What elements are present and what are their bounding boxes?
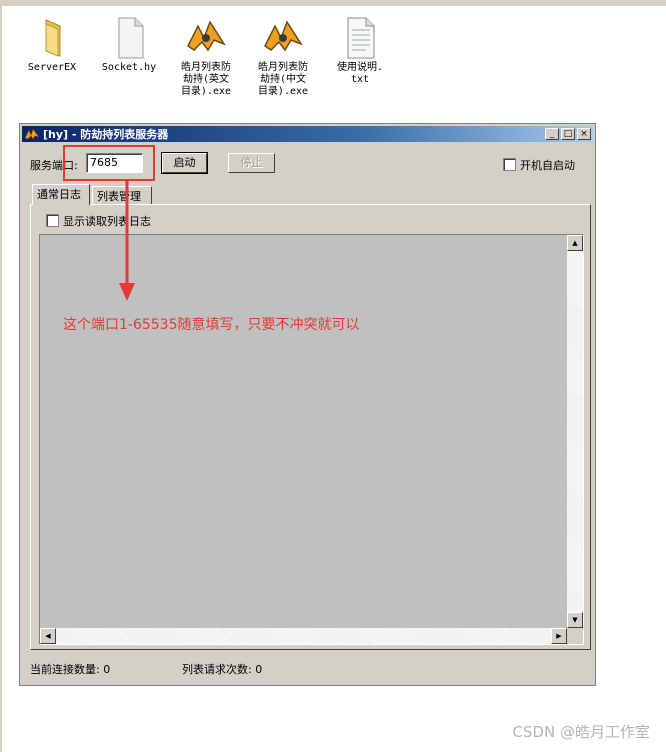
scroll-up-button[interactable]: ▲: [567, 235, 583, 251]
app-window: [hy] - 防劫持列表服务器 _ □ × 服务端口: 7685 启动 停止 开…: [19, 123, 596, 686]
folder-icon: [30, 16, 74, 60]
scroll-down-button[interactable]: ▼: [567, 612, 583, 628]
file-icon: [107, 16, 151, 60]
stop-button[interactable]: 停止: [228, 153, 275, 173]
app-icon: [184, 16, 228, 60]
desktop-icon-readme[interactable]: 使用说明. txt: [321, 16, 399, 86]
tab-general-log[interactable]: 通常日志: [32, 184, 90, 205]
connection-count: 当前连接数量: 0: [30, 663, 111, 676]
watermark: CSDN @皓月工作室: [512, 723, 650, 741]
desktop-icon-exe-cn[interactable]: 皓月列表防 劫持(中文 目录).exe: [244, 16, 322, 98]
annotation-arrow: [119, 181, 135, 301]
annotation-text: 这个端口1-65535随意填写，只要不冲突就可以: [63, 317, 360, 333]
scroll-corner: [567, 628, 583, 644]
checkbox-icon[interactable]: [46, 214, 59, 227]
window-title: [hy] - 防劫持列表服务器: [43, 128, 169, 141]
start-button[interactable]: 启动: [161, 152, 208, 174]
list-request-count: 列表请求次数: 0: [182, 663, 263, 676]
annotation-highlight-box: [63, 145, 155, 181]
scroll-right-button[interactable]: ▶: [551, 628, 567, 644]
title-bar[interactable]: [hy] - 防劫持列表服务器 _ □ ×: [22, 126, 593, 142]
maximize-button[interactable]: □: [561, 128, 575, 140]
scroll-left-button[interactable]: ◀: [40, 628, 56, 644]
desktop-icon-exe-en[interactable]: 皓月列表防 劫持(英文 目录).exe: [167, 16, 245, 98]
app-icon: [261, 16, 305, 60]
desktop-icon-label: 使用说明. txt: [336, 62, 384, 85]
checkbox-icon[interactable]: [503, 158, 516, 171]
desktop-icon-label: 皓月列表防 劫持(中文 目录).exe: [257, 62, 309, 97]
desktop-icon-label: ServerEX: [27, 62, 77, 73]
vertical-scrollbar[interactable]: ▲ ▼: [567, 235, 583, 628]
text-file-icon: [338, 16, 382, 60]
horizontal-scrollbar[interactable]: ◀ ▶: [40, 628, 567, 644]
desktop-icon-serverex[interactable]: ServerEX: [13, 16, 91, 74]
desktop-icon-label: 皓月列表防 劫持(英文 目录).exe: [180, 62, 232, 97]
app-icon: [25, 128, 39, 140]
autostart-checkbox[interactable]: 开机自启动: [503, 157, 575, 173]
desktop-icon-socket[interactable]: Socket.hy: [90, 16, 168, 74]
minimize-button[interactable]: _: [545, 128, 559, 140]
close-button[interactable]: ×: [577, 128, 591, 140]
desktop-icon-label: Socket.hy: [101, 62, 157, 73]
autostart-label: 开机自启动: [520, 159, 575, 172]
